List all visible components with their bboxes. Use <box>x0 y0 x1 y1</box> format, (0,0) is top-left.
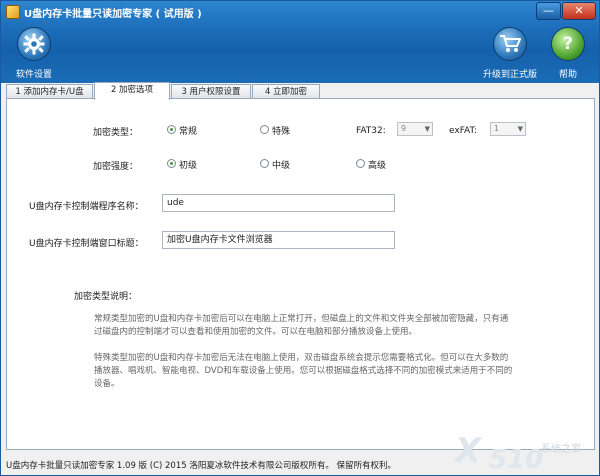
settings-label: 软件设置 <box>15 70 52 80</box>
help-label: 帮助 <box>558 70 577 80</box>
settings-button[interactable]: 软件设置 <box>4 27 64 80</box>
gear-icon <box>17 27 51 61</box>
tab-encrypt-now[interactable]: 4 立即加密 <box>252 84 320 99</box>
strength-medium-label: 中级 <box>272 161 291 171</box>
strength-basic-label: 初级 <box>179 161 198 171</box>
window-title: U盘内存卡批量只读加密专家 ( 试用版 ) <box>24 9 202 20</box>
watermark-x: X <box>455 431 482 471</box>
chevron-down-icon: ▼ <box>424 125 430 133</box>
close-button[interactable]: ✕ <box>562 2 596 20</box>
watermark-text: 系统之家 <box>541 444 581 455</box>
encrypt-type-normal-radio[interactable] <box>167 125 176 134</box>
description-special: 特殊类型加密的U盘和内存卡加密后无法在电脑上使用，双击磁盘系统会提示您需要格式化… <box>94 353 513 389</box>
exfat-select[interactable]: 1 ▼ <box>490 122 526 136</box>
strength-advanced-label: 高级 <box>368 161 387 171</box>
copyright-text: U盘内存卡批量只读加密专家 1.09 版 (C) 2015 洛阳夏冰软件技术有限… <box>6 461 397 471</box>
help-icon: ? <box>551 27 585 61</box>
encrypt-type-special-radio[interactable] <box>260 125 269 134</box>
description-normal: 常规类型加密的U盘和内存卡加密后可以在电脑上正常打开，但磁盘上的文件和文件夹全部… <box>94 314 509 337</box>
control-window-input[interactable]: 加密U盘内存卡文件浏览器 <box>162 231 395 249</box>
app-window: U盘内存卡批量只读加密专家 ( 试用版 ) — ✕ 软件设置 升级到正式版 ? … <box>0 0 600 476</box>
tab-add-drive[interactable]: 1 添加内存卡/U盘 <box>6 84 93 99</box>
help-button[interactable]: ? 帮助 <box>538 27 598 80</box>
strength-advanced-radio[interactable] <box>356 159 365 168</box>
exfat-label: exFAT: <box>449 126 478 136</box>
strength-medium-radio[interactable] <box>260 159 269 168</box>
control-program-label: U盘内存卡控制端程序名称： <box>29 202 144 212</box>
strength-basic-radio[interactable] <box>167 159 176 168</box>
encrypt-strength-label: 加密强度： <box>93 162 139 172</box>
app-logo-icon <box>6 5 20 19</box>
description-title: 加密类型说明： <box>74 292 138 302</box>
header-band: U盘内存卡批量只读加密专家 ( 试用版 ) — ✕ 软件设置 升级到正式版 ? … <box>1 1 599 83</box>
encrypt-type-normal-label: 常规 <box>179 127 198 137</box>
control-window-label: U盘内存卡控制端窗口标题： <box>29 239 144 249</box>
fat32-label: FAT32: <box>356 126 386 136</box>
encrypt-type-label: 加密类型： <box>93 128 139 138</box>
encrypt-options-panel: 加密类型： 常规 特殊 FAT32: 9 ▼ exFAT: 1 ▼ 加密强度： 初级… <box>6 98 595 450</box>
tab-bar: 1 添加内存卡/U盘 2 加密选项 3 用户权限设置 4 立即加密 <box>6 82 596 100</box>
site-watermark: X 510 系统之家 <box>455 431 600 475</box>
encrypt-type-special-label: 特殊 <box>272 127 291 137</box>
cart-icon <box>493 27 527 61</box>
tab-encrypt-options[interactable]: 2 加密选项 <box>94 82 170 100</box>
minimize-button[interactable]: — <box>536 2 561 20</box>
control-program-input[interactable]: ude <box>162 194 395 212</box>
fat32-select[interactable]: 9 ▼ <box>397 122 433 136</box>
tab-user-permissions[interactable]: 3 用户权限设置 <box>171 84 251 99</box>
chevron-down-icon: ▼ <box>517 125 523 133</box>
watermark-number: 510 <box>489 445 544 475</box>
exfat-value: 1 <box>494 124 500 133</box>
fat32-value: 9 <box>401 124 407 133</box>
title-bar: U盘内存卡批量只读加密专家 ( 试用版 ) — ✕ <box>1 1 599 23</box>
